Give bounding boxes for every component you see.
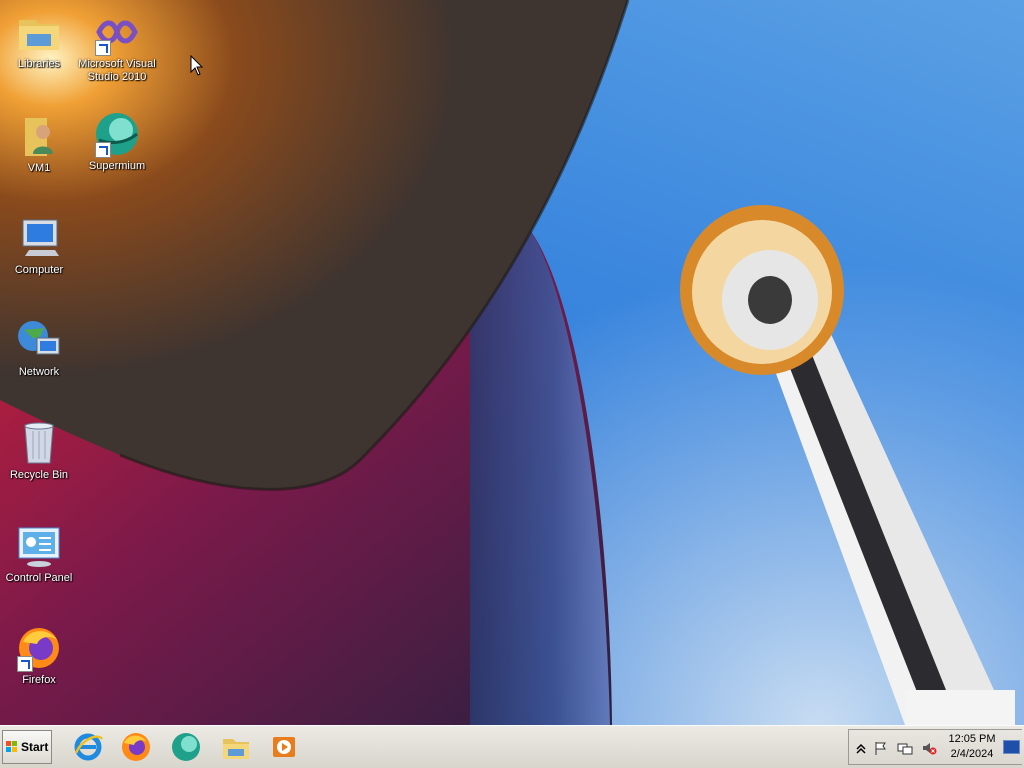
clock-time: 12:05 PM [948,733,996,745]
folder-icon [223,739,249,759]
taskbar-internet-explorer[interactable] [69,729,107,765]
label-line-1: Microsoft Visual [78,58,156,70]
taskbar-supermium[interactable] [167,729,205,765]
show-desktop-button[interactable] [1003,740,1020,754]
desktop-icon-label: Libraries [17,58,61,70]
user-folder-icon [15,112,63,160]
action-center-flag-icon[interactable] [873,740,889,756]
desktop-icon-label: Microsoft Visual Studio 2010 [78,58,156,84]
taskbar-media-player[interactable] [265,729,303,765]
desktop-icon-label: VM1 [27,162,51,174]
desktop-icon-network[interactable]: Network [0,316,78,379]
internet-explorer-icon [74,733,104,761]
desktop-icon-supermium[interactable]: Supermium [78,110,156,173]
computer-icon [15,214,63,262]
control-panel-icon [15,522,63,570]
desktop-icon-label: Recycle Bin [9,469,69,481]
desktop-icon-computer[interactable]: Computer [0,214,78,277]
desktop-icon-control-panel[interactable]: Control Panel [0,522,78,585]
firefox-icon [15,624,63,672]
desktop-icon-label: Network [18,366,60,378]
clock[interactable]: 12:05 PM 2/4/2024 [943,732,1001,762]
desktop-icon-visual-studio[interactable]: Microsoft Visual Studio 2010 [78,8,156,84]
volume-muted-icon[interactable] [921,740,937,756]
supermium-icon [172,733,200,761]
media-player-icon [273,737,295,757]
visual-studio-icon [93,8,141,56]
mouse-cursor-icon [190,55,204,76]
shortcut-arrow-icon [95,142,111,158]
firefox-icon [122,733,150,761]
shortcut-arrow-icon [95,40,111,56]
network-icon[interactable] [897,740,913,756]
desktop-icon-vm1[interactable]: VM1 [0,112,78,175]
system-tray: 12:05 PM 2/4/2024 [848,729,1022,765]
network-icon [15,316,63,364]
desktop-wallpaper [0,0,1024,725]
label-line-2: Studio 2010 [87,71,147,83]
desktop-icon-label: Firefox [22,674,56,686]
windows-flag-icon [6,741,18,753]
desktop-icon-firefox[interactable]: Firefox [0,624,78,687]
desktop-icon-label: Computer [14,264,64,276]
clock-date: 2/4/2024 [950,748,994,760]
desktop-icon-label: Control Panel [5,572,73,584]
show-hidden-icons-chevron[interactable] [853,740,869,756]
desktop-icon-label: Supermium [88,160,146,172]
start-label: Start [21,740,49,754]
taskbar-firefox[interactable] [117,729,155,765]
libraries-folder-icon [15,8,63,56]
taskbar: Start 12:05 PM 2/4/2024 [0,725,1024,768]
recycle-bin-icon [15,419,63,467]
taskbar-file-explorer[interactable] [217,729,255,765]
start-button[interactable]: Start [2,730,52,764]
wallpaper-art [0,0,1015,725]
shortcut-arrow-icon [17,656,33,672]
desktop-icon-recycle-bin[interactable]: Recycle Bin [0,419,78,482]
desktop-icon-libraries[interactable]: Libraries [0,8,78,71]
supermium-icon [93,110,141,158]
